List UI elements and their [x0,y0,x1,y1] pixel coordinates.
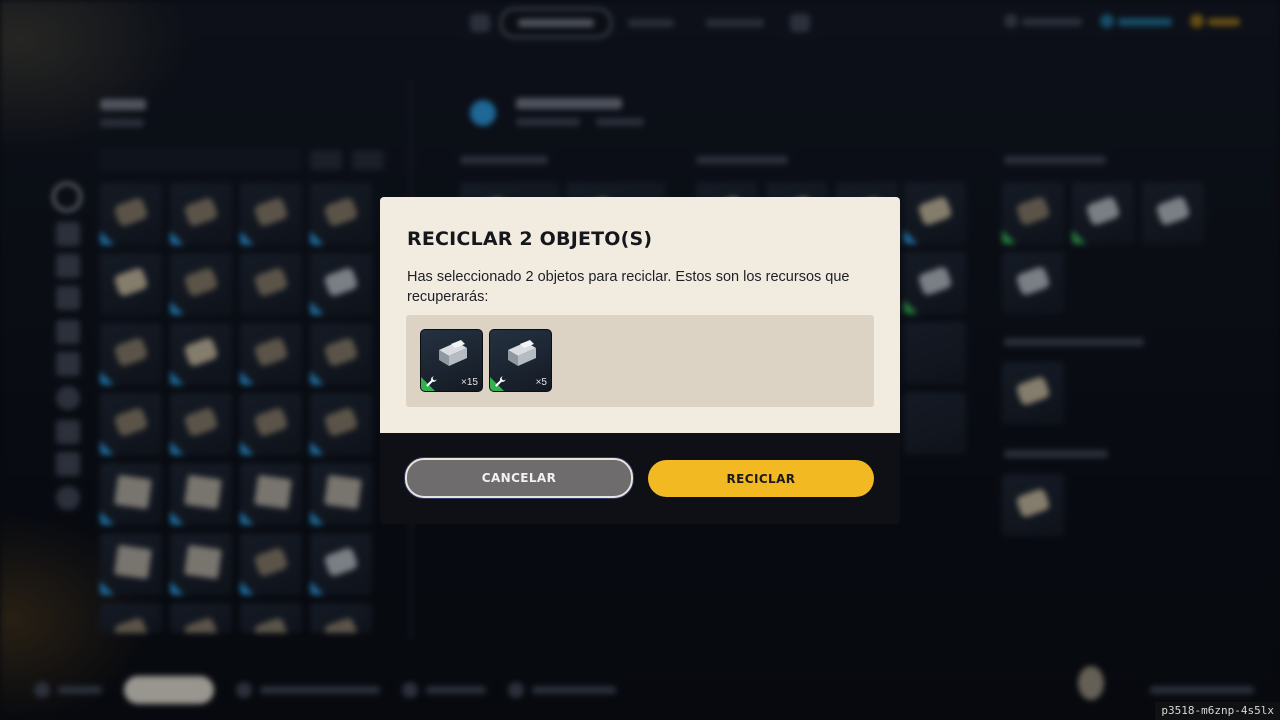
recycle-dialog: RECICLAR 2 OBJETO(S) Has seleccionado 2 … [380,197,900,524]
cancel-button[interactable]: CANCELAR [405,458,633,498]
wrench-icon [426,376,437,387]
resource-quantity: ×5 [535,377,547,388]
recycle-button[interactable]: RECICLAR [648,460,874,497]
recycle-dialog-panel: RECICLAR 2 OBJETO(S) Has seleccionado 2 … [380,197,900,433]
metal-parts-icon [439,340,467,366]
wrench-icon [495,376,506,387]
dialog-description: Has seleccionado 2 objetos para reciclar… [407,269,850,305]
dialog-title: RECICLAR 2 OBJETO(S) [407,228,653,250]
resource-item[interactable]: ×5 [489,329,552,392]
recovered-resources-tray: ×15 ×5 [406,315,874,407]
metal-parts-icon [508,340,536,366]
session-code: p3518-m6znp-4s5lx [1155,702,1280,720]
resource-item[interactable]: ×15 [420,329,483,392]
resource-quantity: ×15 [461,377,478,388]
